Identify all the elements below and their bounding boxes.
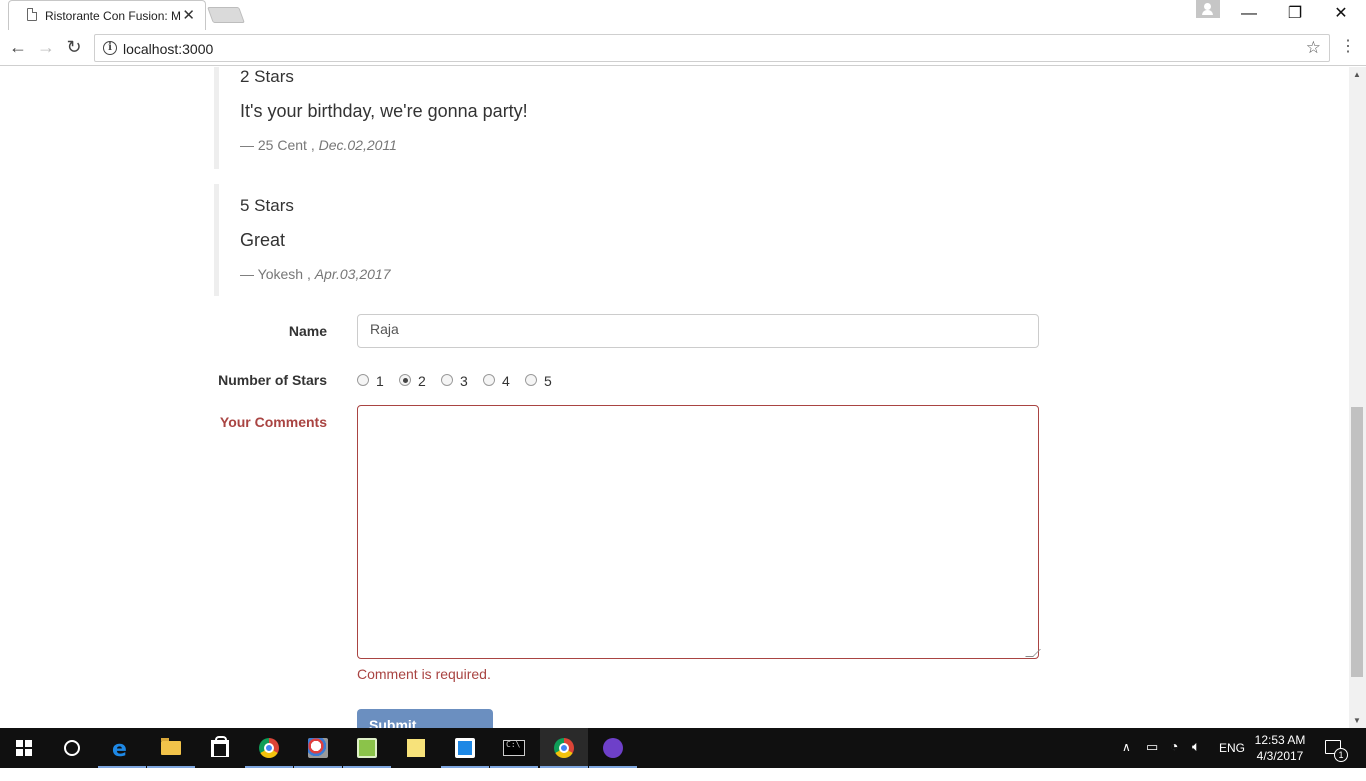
file-explorer-icon[interactable] [147,728,195,768]
radio-circle[interactable] [525,374,537,386]
wifi-icon[interactable]: ◔ [1170,738,1178,778]
star-radio-2[interactable]: 2 [399,373,439,389]
page-viewport: 2 Stars It's your birthday, we're gonna … [0,67,1366,728]
github-desktop-icon[interactable] [589,728,637,768]
sticky-notes-icon[interactable] [392,728,440,768]
browser-tab[interactable]: Ristorante Con Fusion: M ✕ [8,0,206,30]
maximize-button[interactable]: ❐ [1272,4,1318,26]
comment-meta: — Yokesh , Apr.03,2017 [240,266,814,282]
comment-stars: 5 Stars [240,196,294,215]
name-input[interactable]: Raja [357,314,1039,348]
bookmark-star-icon[interactable]: ☆ [1306,38,1321,58]
stars-label: Number of Stars [218,372,327,388]
comment-meta: — 25 Cent , Dec.02,2011 [240,137,814,153]
comment-author: — Yokesh , [240,266,311,282]
site-info-icon[interactable]: i [103,41,117,55]
comment-error-message: Comment is required. [357,666,491,682]
radio-label: 3 [460,373,468,389]
battery-icon[interactable]: ▭ [1146,739,1158,779]
store-icon[interactable] [196,728,244,768]
cortana-icon[interactable] [48,728,96,768]
page-scrollbar[interactable]: ▲ ▼ [1349,67,1366,728]
edge-icon[interactable]: e [98,728,146,768]
user-profile-icon[interactable] [1196,0,1220,18]
scroll-up-icon[interactable]: ▲ [1353,70,1361,79]
volume-icon[interactable]: 🔈︎ [1192,738,1200,778]
new-tab-button[interactable] [207,7,245,23]
clock-time: 12:53 AM [1254,733,1306,747]
clock-date: 4/3/2017 [1256,749,1304,763]
browser-toolbar: ← → ↻ i localhost:3000 ☆ ⋮ [0,30,1366,66]
address-url[interactable]: localhost:3000 [123,41,213,57]
comment-item: 5 Stars Great — Yokesh , Apr.03,2017 [214,184,814,296]
notification-count-badge: 1 [1334,748,1348,762]
comment-date: Apr.03,2017 [314,266,391,282]
windows-taskbar: e C:\ ∧ ▭ ◔ 🔈︎ ENG 12:53 AM 4/3/2017 1 [0,728,1366,768]
comment-author: — 25 Cent , [240,137,315,153]
page-document-icon [27,8,37,21]
comment-item: 2 Stars It's your birthday, we're gonna … [214,67,814,169]
comments-textarea[interactable] [357,405,1041,659]
system-clock[interactable]: 12:53 AM 4/3/2017 [1250,732,1310,764]
star-radio-3[interactable]: 3 [441,373,481,389]
browser-menu-icon[interactable]: ⋮ [1340,38,1356,58]
chrome-active-icon[interactable] [540,728,588,768]
forward-arrow-icon[interactable]: → [34,36,58,60]
radio-label: 2 [418,373,426,389]
name-label: Name [288,323,327,339]
address-bar[interactable]: i localhost:3000 ☆ [94,34,1330,62]
windows-start-icon[interactable] [0,728,48,768]
comments-label: Your Comments [219,414,327,430]
paint-icon[interactable] [294,728,342,768]
reload-icon[interactable]: ↻ [62,36,86,60]
language-indicator[interactable]: ENG [1219,741,1245,781]
scrollbar-thumb[interactable] [1351,407,1363,677]
comment-stars: 2 Stars [240,67,294,86]
radio-circle[interactable] [483,374,495,386]
back-arrow-icon[interactable]: ← [6,36,30,60]
tab-close-icon[interactable]: ✕ [182,6,195,24]
close-window-button[interactable]: ✕ [1318,4,1364,26]
radio-label: 1 [376,373,384,389]
minimize-button[interactable]: — [1226,4,1272,26]
pin-app-icon[interactable] [441,728,489,768]
star-radio-1[interactable]: 1 [357,373,397,389]
notepad-plus-icon[interactable] [343,728,391,768]
radio-label: 4 [502,373,510,389]
comment-text: It's your birthday, we're gonna party! [240,101,528,121]
comment-date: Dec.02,2011 [318,137,397,153]
radio-circle[interactable] [357,374,369,386]
star-radio-4[interactable]: 4 [483,373,523,389]
comment-text: Great [240,230,286,250]
submit-comment-button[interactable]: Submit Comment [357,709,493,728]
terminal-icon[interactable]: C:\ [490,728,538,768]
resize-handle-icon[interactable] [1025,649,1041,657]
browser-titlebar: Ristorante Con Fusion: M ✕ — ❐ ✕ [0,0,1366,30]
radio-circle[interactable] [441,374,453,386]
chrome-icon[interactable] [245,728,293,768]
tab-title: Ristorante Con Fusion: M [45,9,182,23]
radio-circle-checked[interactable] [399,374,411,386]
scroll-down-icon[interactable]: ▼ [1353,716,1361,725]
show-hidden-icons[interactable]: ∧ [1122,740,1131,780]
star-radio-5[interactable]: 5 [525,373,565,389]
radio-label: 5 [544,373,552,389]
